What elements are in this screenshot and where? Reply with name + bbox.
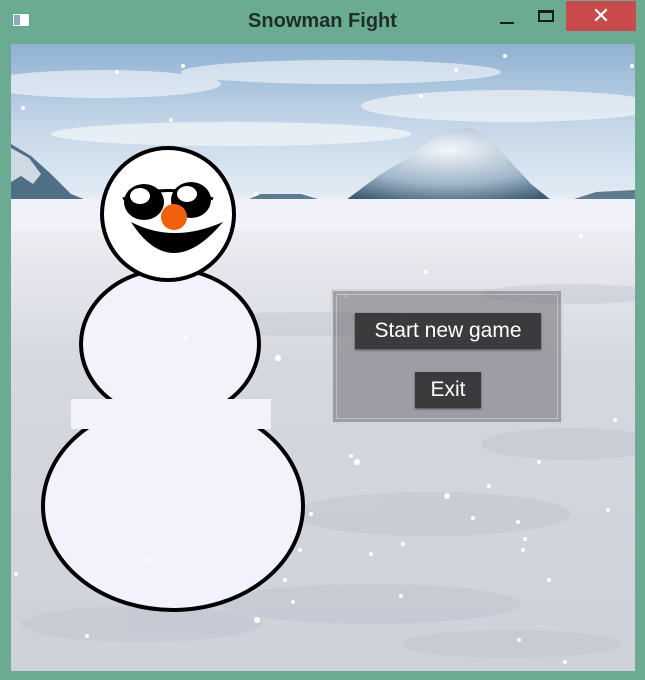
maximize-icon[interactable] [530, 4, 560, 30]
game-window: Snowman Fight ✕ Start new game Exit [0, 0, 645, 680]
snowman-nose [161, 204, 187, 230]
start-new-game-button[interactable]: Start new game [355, 313, 541, 349]
close-icon[interactable]: ✕ [566, 1, 636, 31]
snowman-bottom [41, 400, 305, 612]
snowman-head [100, 146, 236, 282]
snowman-middle [79, 267, 261, 421]
main-menu: Start new game Exit [331, 289, 563, 424]
minimize-icon[interactable] [494, 4, 524, 30]
game-viewport[interactable]: Start new game Exit [11, 44, 635, 671]
exit-button[interactable]: Exit [415, 372, 481, 408]
title-bar[interactable]: Snowman Fight ✕ [0, 0, 645, 44]
